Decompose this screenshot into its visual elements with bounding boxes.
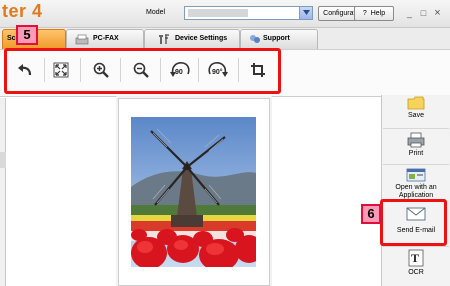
fit-to-page-button[interactable]: [46, 56, 76, 84]
application-icon: [406, 168, 426, 182]
step-6-badge: 6: [361, 204, 381, 224]
undo-button[interactable]: [10, 56, 40, 84]
printer-icon: [407, 132, 425, 148]
step-5-badge: 5: [16, 25, 38, 45]
toolbar-separator: [198, 58, 199, 82]
rotate-left-90-icon: 90: [170, 62, 190, 77]
save-button[interactable]: Save: [383, 96, 449, 128]
help-label: Help: [370, 10, 386, 17]
open-with-application-button[interactable]: Open with an Application: [383, 168, 449, 202]
ocr-icon: T: [408, 249, 424, 267]
action-separator: [383, 128, 449, 129]
tab-pc-fax[interactable]: PC-FAX: [66, 29, 144, 49]
zoom-out-button[interactable]: [126, 56, 156, 84]
rotate-right-button[interactable]: 90°: [203, 56, 233, 84]
toolbar-separator: [160, 58, 161, 82]
send-email-highlight-box: [380, 199, 447, 246]
scanned-photo: [131, 117, 256, 267]
tab-support[interactable]: Support: [240, 29, 318, 49]
left-panel: [0, 98, 6, 286]
help-question-icon: ?: [362, 10, 367, 17]
close-button[interactable]: ×: [432, 8, 443, 19]
chevron-down-icon[interactable]: [299, 7, 312, 19]
print-label: Print: [408, 150, 424, 157]
fit-to-page-icon: [53, 62, 69, 78]
toolbar-separator: [80, 58, 81, 82]
ocr-label: OCR: [408, 269, 424, 276]
folder-icon: [407, 96, 425, 110]
crop-button[interactable]: [243, 56, 273, 84]
rotate-left-label: 90: [175, 69, 183, 76]
rotate-left-button[interactable]: 90: [165, 56, 195, 84]
undo-icon: [18, 64, 32, 76]
tab-pc-fax-label: PC-FAX: [93, 35, 119, 42]
svg-text:T: T: [411, 251, 419, 265]
toolbar-separator: [44, 58, 45, 82]
restore-button[interactable]: □: [418, 8, 429, 18]
toolbar-separator: [120, 58, 121, 82]
model-select[interactable]: [184, 6, 313, 20]
print-button[interactable]: Print: [383, 132, 449, 164]
model-label: Model: [146, 9, 166, 16]
tab-scan-label: Sc: [7, 35, 16, 42]
zoom-out-icon: [133, 62, 149, 78]
open-with-application-label: Open with an Application: [395, 184, 437, 199]
toolbar-separator: [238, 58, 239, 82]
zoom-in-icon: [93, 62, 109, 78]
save-label: Save: [408, 112, 424, 119]
action-separator: [383, 246, 449, 247]
zoom-in-button[interactable]: [86, 56, 116, 84]
tab-device-settings-label: Device Settings: [175, 35, 228, 42]
rotate-right-label: 90°: [212, 68, 223, 76]
model-value-redacted: [188, 9, 248, 17]
tab-device-settings[interactable]: Device Settings: [144, 29, 240, 49]
app-title: ter 4: [2, 1, 43, 21]
left-panel-scroll[interactable]: [0, 152, 6, 168]
crop-icon: [251, 63, 265, 77]
minimize-button[interactable]: _: [404, 8, 415, 18]
tab-support-label: Support: [263, 35, 290, 42]
help-button[interactable]: ? Help: [354, 6, 394, 21]
rotate-right-90-icon: 90°: [208, 62, 228, 77]
action-separator: [383, 164, 449, 165]
ocr-button[interactable]: T OCR: [383, 249, 449, 285]
